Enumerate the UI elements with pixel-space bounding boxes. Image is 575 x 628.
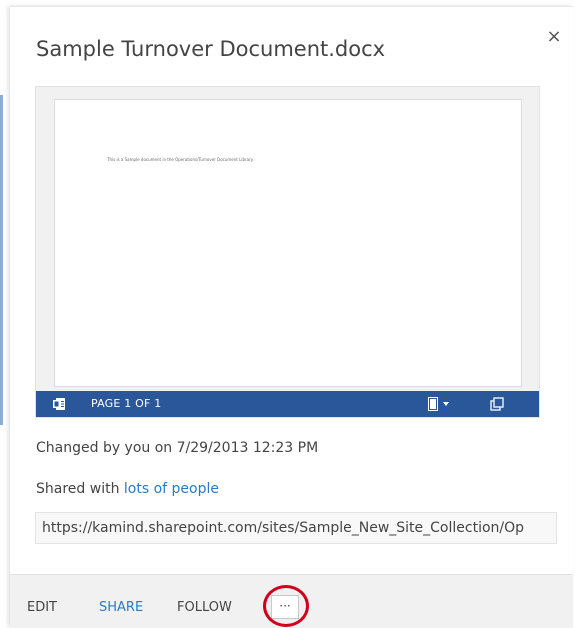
changed-info: Changed by you on 7/29/2013 12:23 PM: [36, 440, 319, 456]
callout-actions-bar: EDIT SHARE FOLLOW ···: [10, 574, 573, 628]
shared-people-link[interactable]: lots of people: [124, 481, 219, 497]
screenshot-stage: Sample Turnover Document.docx × This is …: [0, 0, 575, 628]
background-page-strip: [0, 95, 3, 425]
document-url-text: https://kamind.sharepoint.com/sites/Samp…: [42, 520, 525, 536]
follow-button[interactable]: FOLLOW: [177, 600, 232, 615]
view-mode-icon[interactable]: [428, 397, 452, 411]
preview-page: This is a Sample document in the Operati…: [54, 99, 522, 387]
word-icon: [53, 398, 65, 410]
shared-info: Shared with lots of people: [36, 481, 219, 497]
popout-icon[interactable]: [490, 397, 504, 411]
document-url-field[interactable]: https://kamind.sharepoint.com/sites/Samp…: [35, 512, 557, 544]
document-callout: Sample Turnover Document.docx × This is …: [10, 6, 573, 628]
document-preview[interactable]: This is a Sample document in the Operati…: [35, 86, 540, 418]
page-count-label: PAGE 1 OF 1: [91, 397, 162, 410]
close-icon[interactable]: ×: [544, 27, 564, 47]
shared-prefix: Shared with: [36, 481, 124, 497]
edit-button[interactable]: EDIT: [27, 600, 57, 615]
more-options-button[interactable]: ···: [271, 595, 299, 619]
viewer-toolbar: PAGE 1 OF 1: [36, 391, 539, 417]
share-button[interactable]: SHARE: [99, 600, 143, 615]
callout-title: Sample Turnover Document.docx: [36, 37, 386, 61]
preview-body-text: This is a Sample document in the Operati…: [107, 157, 254, 162]
